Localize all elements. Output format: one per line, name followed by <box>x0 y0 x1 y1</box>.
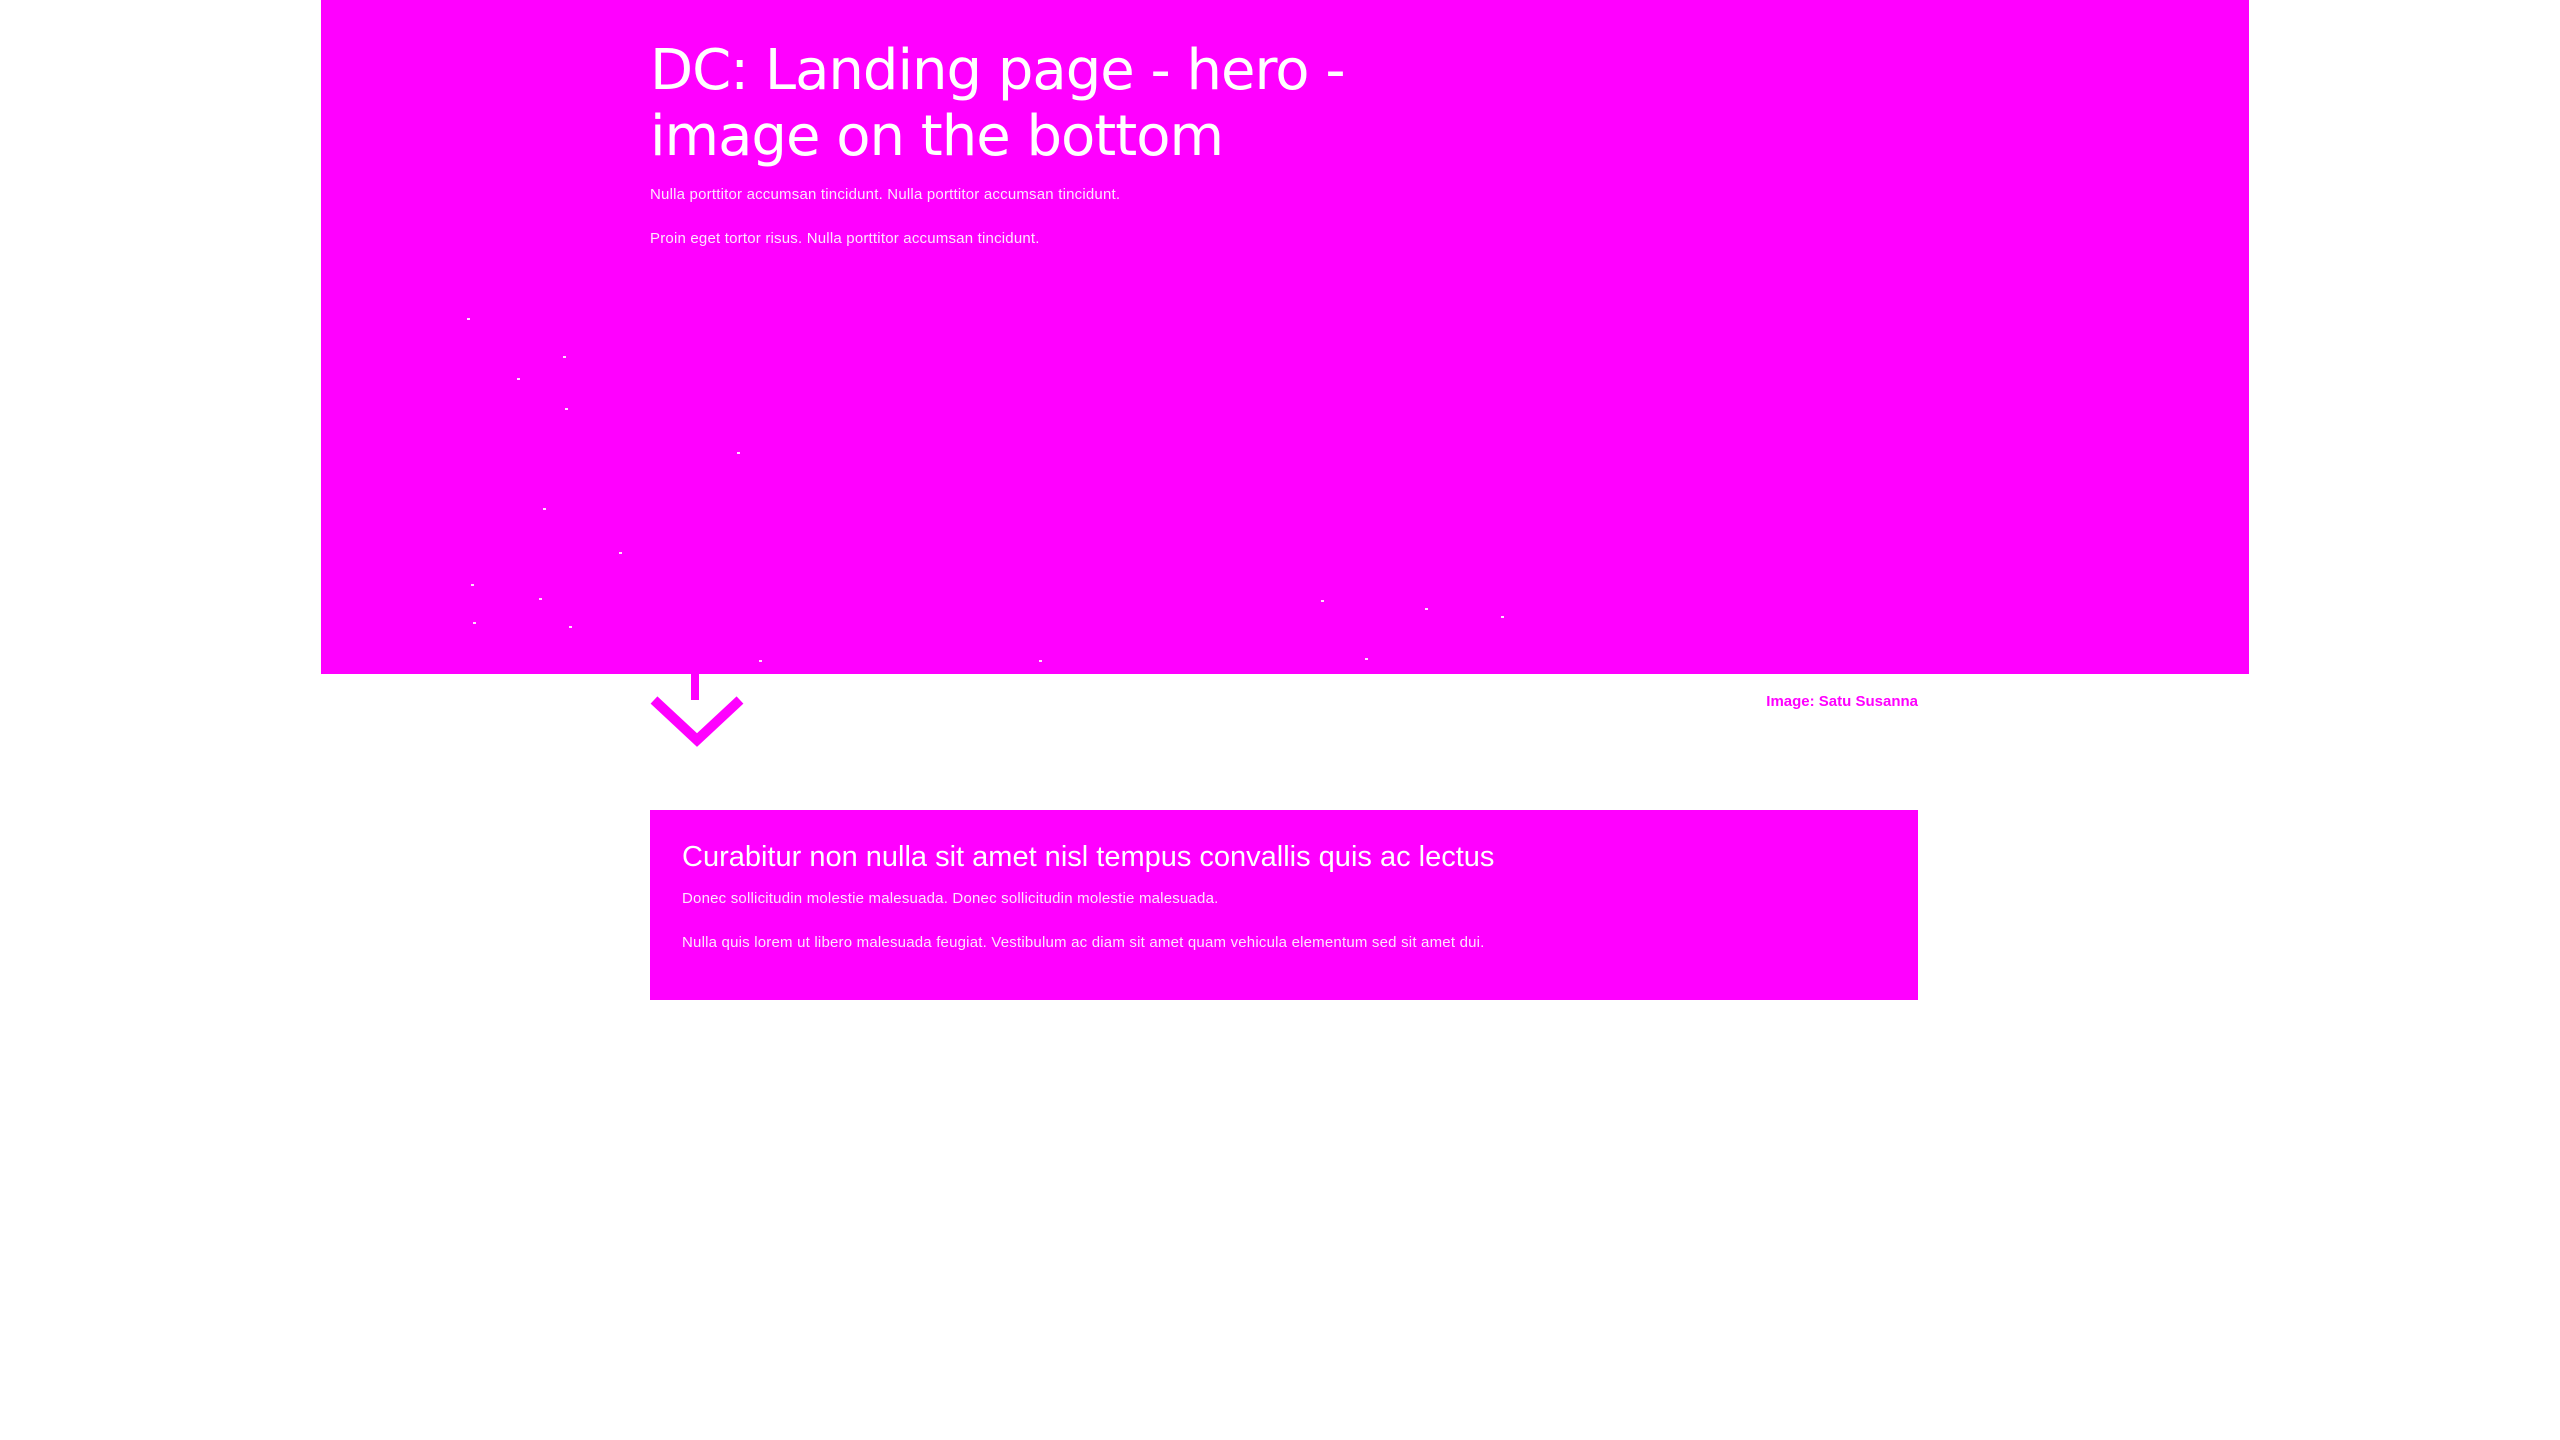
hero-title: DC: Landing page - hero - image on the b… <box>650 38 1346 169</box>
callout-paragraph: Donec sollicitudin molestie malesuada. D… <box>682 890 1219 907</box>
hero-content: DC: Landing page - hero - image on the b… <box>650 38 1410 250</box>
callout-box: Curabitur non nulla sit amet nisl tempus… <box>650 810 1918 1000</box>
hero-section: DC: Landing page - hero - image on the b… <box>321 0 2249 674</box>
arrow-down-icon[interactable] <box>648 670 746 748</box>
callout-title: Curabitur non nulla sit amet nisl tempus… <box>682 841 1495 873</box>
callout-paragraph: Nulla quis lorem ut libero malesuada feu… <box>682 934 1485 951</box>
hero-paragraph: Nulla porttitor accumsan tincidunt. Null… <box>650 186 1121 203</box>
image-credit: Image: Satu Susanna <box>1766 693 1918 710</box>
hero-paragraph: Proin eget tortor risus. Nulla porttitor… <box>650 230 1040 247</box>
